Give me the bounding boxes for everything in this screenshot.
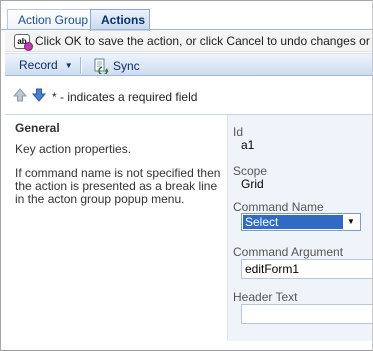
header-text-label: Header Text <box>233 290 298 304</box>
record-label: Record <box>19 58 58 72</box>
required-field-note: * - indicates a required field <box>52 90 198 104</box>
scope-label: Scope <box>233 164 268 178</box>
sync-button[interactable]: Sync <box>87 56 146 74</box>
command-argument-label: Command Argument <box>233 245 344 259</box>
navigation-row: * - indicates a required field <box>5 84 372 108</box>
arrow-down-icon[interactable] <box>31 87 47 103</box>
toolbar: Record ▼ Sync <box>5 53 372 76</box>
category-note: If command name is not specified then th… <box>15 166 221 206</box>
sync-label: Sync <box>113 59 140 73</box>
sync-icon <box>94 58 109 74</box>
tab-strip: Action Group Actions <box>1 1 372 31</box>
fields-panel: Id a1 Scope Grid Command Name Select ▼ C… <box>227 115 372 341</box>
tab-actions[interactable]: Actions <box>90 9 150 31</box>
command-argument-input[interactable] <box>241 259 372 279</box>
chevron-down-icon[interactable]: ▼ <box>343 215 359 229</box>
action-dialog: Action Group Actions ab Click OK to save… <box>0 0 373 351</box>
category-title: General <box>15 121 60 135</box>
ab-info-icon: ab <box>14 34 33 51</box>
id-value: a1 <box>241 138 255 152</box>
record-menu-button[interactable]: Record ▼ <box>13 56 79 74</box>
command-name-selected-value: Select <box>243 215 343 229</box>
tab-action-group[interactable]: Action Group <box>7 9 91 30</box>
info-bar: ab Click OK to save the action, or click… <box>5 31 373 52</box>
command-name-select[interactable]: Select ▼ <box>241 213 361 231</box>
chevron-down-icon: ▼ <box>64 61 73 70</box>
category-description: Key action properties. <box>15 142 132 156</box>
tab-divider <box>1 29 372 30</box>
category-panel: General Key action properties. If comman… <box>5 115 227 341</box>
arrow-up-icon[interactable] <box>12 87 28 103</box>
header-text-input[interactable] <box>241 304 372 324</box>
id-label: Id <box>233 125 244 139</box>
toolbar-separator <box>80 57 81 73</box>
info-message: Click OK to save the action, or click Ca… <box>35 34 373 48</box>
command-name-label: Command Name <box>233 200 324 214</box>
scope-value: Grid <box>241 177 264 191</box>
